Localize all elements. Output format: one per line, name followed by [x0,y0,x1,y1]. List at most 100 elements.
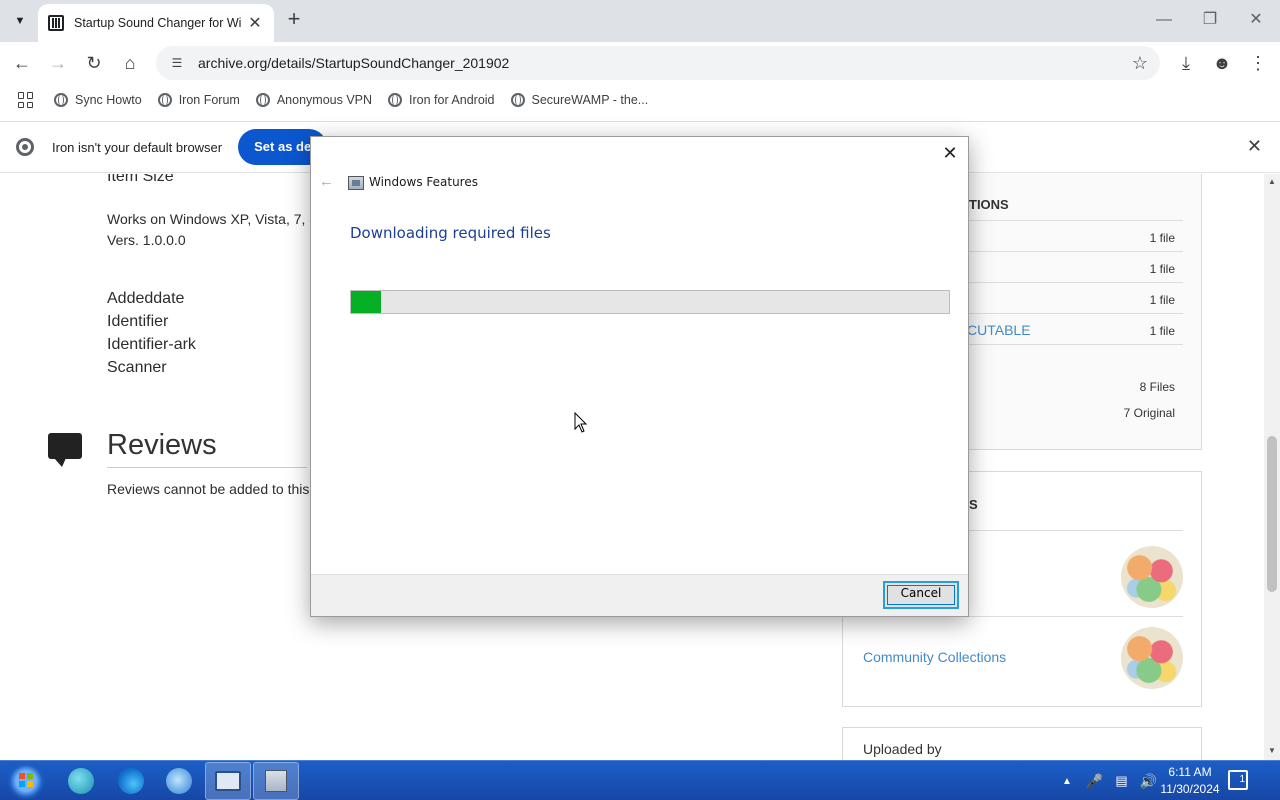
tab-title: Startup Sound Changer for Win [74,16,242,30]
taskbar-app-windows-features[interactable] [253,762,299,800]
bookmark-label: Anonymous VPN [276,93,373,107]
meta-label-scanner: Scanner [107,359,167,376]
new-tab-button[interactable]: + [282,8,306,32]
file-count: 1 file [1149,293,1175,307]
community-collections-link[interactable]: Community Collections [863,649,1006,665]
globe-icon [388,93,403,107]
control-panel-icon [215,771,241,791]
iron-browser-icon [68,768,94,794]
works-on-text: Works on Windows XP, Vista, 7, 8 [107,211,318,227]
progress-fill [351,291,381,313]
bookmark-item[interactable]: Sync Howto [54,93,142,107]
meta-label-identifier: Identifier [107,313,169,330]
start-button[interactable] [6,762,46,800]
clock-time: 6:11 AM [1168,765,1212,779]
uploader-box: Uploaded by [842,727,1202,760]
forward-arrow-icon[interactable]: → [46,51,70,75]
file-count: 1 file [1149,231,1175,245]
window-close-icon[interactable]: ✕ [1233,8,1279,32]
network-icon[interactable]: ▤ [1115,773,1127,789]
globe-icon [157,93,172,107]
microphone-icon[interactable]: 🎤 [1086,773,1103,790]
home-icon[interactable]: ⌂ [118,51,142,75]
download-progress-bar [350,290,950,314]
bookmarks-bar: Sync Howto Iron Forum Anonymous VPN Iron… [0,84,1280,116]
globe-icon [510,93,525,107]
collection-thumbnail[interactable] [1121,627,1183,689]
taskbar-app-iron[interactable] [58,762,104,800]
collections-header: S [969,497,978,512]
tab-search-button[interactable]: ▼ [6,7,34,35]
taskbar-clock[interactable]: 6:11 AM 11/30/2024 [1150,764,1230,798]
site-info-icon[interactable]: ☰ [168,54,186,72]
bookmark-label: SecureWAMP - the... [531,93,649,107]
apps-grid-icon[interactable] [18,92,34,108]
dialog-title: Windows Features [369,175,478,189]
reviews-heading: Reviews [107,429,217,461]
edge-icon [118,768,144,794]
browser-logo-icon [16,138,34,156]
download-icon[interactable]: ⤓ [1174,51,1198,75]
active-tab[interactable]: Startup Sound Changer for Win ✕ [38,4,274,42]
bookmark-item[interactable]: Anonymous VPN [255,93,373,107]
windows-logo-icon [19,773,33,787]
meta-label-identifier-ark: Identifier-ark [107,336,196,353]
speech-bubble-icon [48,433,82,467]
taskbar-app-ie[interactable] [156,762,202,800]
total-files: 8 Files [1139,380,1175,394]
profile-icon[interactable]: ☻ [1210,51,1234,75]
globe-icon [54,93,68,107]
executable-download-link[interactable]: CUTABLE [967,322,1031,338]
bookmark-item[interactable]: Iron Forum [157,93,240,107]
download-options-header: TIONS [969,197,1009,212]
bookmark-label: Sync Howto [75,93,142,107]
windows-features-icon [265,770,287,792]
close-tab-icon[interactable]: ✕ [246,13,264,33]
menu-kebab-icon[interactable]: ⋮ [1246,51,1270,75]
internet-explorer-icon [166,768,192,794]
item-size-label: Item Size [107,174,174,185]
tab-strip: ▼ Startup Sound Changer for Win ✕ + — ❐ … [0,0,1280,42]
cancel-button[interactable]: Cancel [883,581,959,609]
taskbar-app-edge[interactable] [108,762,154,800]
dialog-close-icon[interactable]: ✕ [940,141,960,165]
minimize-icon[interactable]: — [1141,8,1187,32]
windows-taskbar: ▲ 🎤 ▤ 🔊 6:11 AM 11/30/2024 1 [0,760,1280,800]
system-tray: ▲ 🎤 ▤ 🔊 [1062,761,1157,800]
chevron-down-icon: ▼ [14,15,26,27]
bookmark-label: Iron for Android [409,93,495,107]
archive-favicon-icon [48,15,64,31]
page-scrollbar[interactable]: ▲ ▼ [1264,174,1280,760]
uploaded-by-label: Uploaded by [863,741,942,757]
divider [107,467,307,468]
browser-toolbar: ← → ↻ ⌂ ☰ archive.org/details/StartupSou… [0,42,1280,84]
bookmark-label: Iron Forum [178,93,240,107]
action-center-icon[interactable]: 1 [1228,770,1248,790]
clock-date: 11/30/2024 [1160,782,1220,796]
dialog-heading: Downloading required files [350,224,551,242]
mouse-cursor-icon [574,411,588,434]
dialog-footer: Cancel [311,574,968,616]
collection-thumbnail[interactable] [1121,546,1183,608]
bookmark-item[interactable]: SecureWAMP - the... [510,93,649,107]
infobar-text: Iron isn't your default browser [52,139,223,155]
back-arrow-icon[interactable]: ← [10,51,34,75]
meta-label-addeddate: Addeddate [107,290,185,307]
windows-features-dialog: ✕ ← Windows Features Downloading require… [310,136,969,617]
address-bar[interactable]: ☰ archive.org/details/StartupSoundChange… [156,46,1160,80]
reviews-text: Reviews cannot be added to this [107,481,310,497]
file-count: 1 file [1149,324,1175,338]
url-text[interactable]: archive.org/details/StartupSoundChanger_… [198,55,509,71]
globe-icon [255,93,270,107]
reload-icon[interactable]: ↻ [82,51,106,75]
infobar-close-icon[interactable]: ✕ [1247,136,1262,157]
restore-icon[interactable]: ❐ [1187,8,1233,32]
scroll-up-icon[interactable]: ▲ [1264,177,1280,186]
scroll-thumb[interactable] [1267,436,1277,592]
taskbar-app-control-panel[interactable] [205,762,251,800]
scroll-down-icon[interactable]: ▼ [1264,746,1280,755]
show-hidden-icons-icon[interactable]: ▲ [1062,776,1072,787]
bookmark-item[interactable]: Iron for Android [388,93,495,107]
file-count: 1 file [1149,262,1175,276]
bookmark-star-icon[interactable]: ☆ [1132,53,1148,74]
